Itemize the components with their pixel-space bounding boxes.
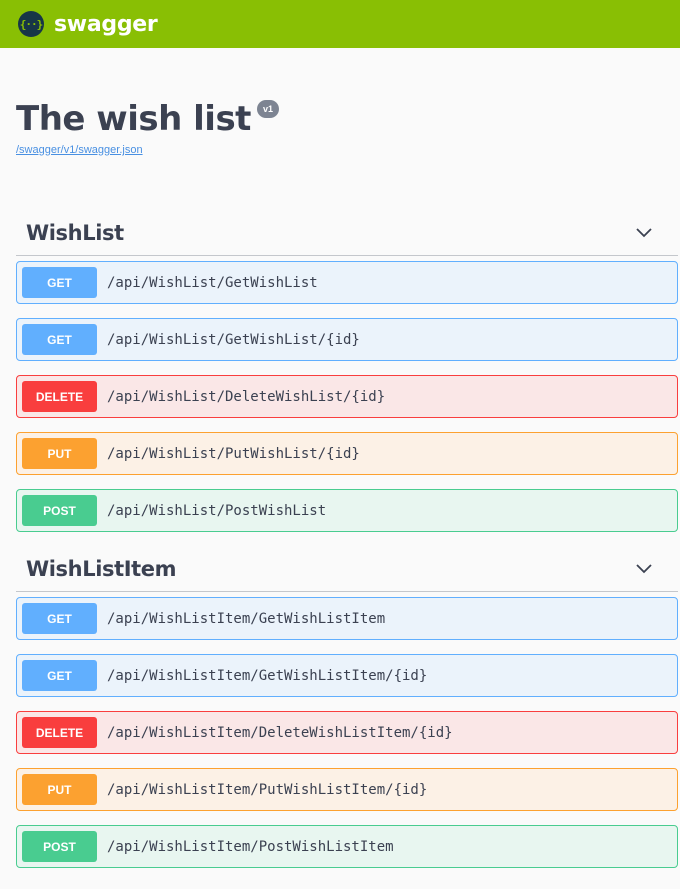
tag-section-wishlistitem: WishListItem GET /api/WishListItem/GetWi…	[0, 546, 680, 868]
operation-row[interactable]: GET /api/WishListItem/GetWishListItem/{i…	[16, 654, 678, 697]
page-title: The wish list	[16, 99, 251, 139]
operation-row[interactable]: GET /api/WishListItem/GetWishListItem	[16, 597, 678, 640]
tag-title: WishList	[26, 220, 124, 245]
api-info: The wish list v1 /swagger/v1/swagger.jso…	[0, 48, 680, 158]
method-badge-get: GET	[22, 660, 97, 691]
operation-path: /api/WishList/PutWishList/{id}	[107, 445, 360, 462]
tag-title: WishListItem	[26, 556, 177, 581]
operation-row[interactable]: POST /api/WishList/PostWishList	[16, 489, 678, 532]
method-badge-get: GET	[22, 324, 97, 355]
swagger-logo-icon[interactable]: {··}	[18, 11, 44, 37]
operation-path: /api/WishListItem/PostWishListItem	[107, 838, 394, 855]
tag-section-wishlist: WishList GET /api/WishList/GetWishList G…	[0, 210, 680, 532]
operation-path: /api/WishListItem/GetWishListItem/{id}	[107, 667, 428, 684]
operation-row[interactable]: POST /api/WishListItem/PostWishListItem	[16, 825, 678, 868]
method-badge-get: GET	[22, 267, 97, 298]
operation-path: /api/WishList/GetWishList	[107, 274, 318, 291]
chevron-down-icon[interactable]	[636, 227, 652, 238]
title-row: The wish list v1	[16, 98, 680, 140]
tag-header-wishlist[interactable]: WishList	[16, 210, 678, 256]
spec-json-link[interactable]: /swagger/v1/swagger.json	[16, 144, 143, 156]
chevron-down-icon[interactable]	[636, 563, 652, 574]
operation-row[interactable]: DELETE /api/WishList/DeleteWishList/{id}	[16, 375, 678, 418]
operation-row[interactable]: PUT /api/WishList/PutWishList/{id}	[16, 432, 678, 475]
method-badge-put: PUT	[22, 438, 97, 469]
tag-header-wishlistitem[interactable]: WishListItem	[16, 546, 678, 592]
method-badge-post: POST	[22, 495, 97, 526]
operation-path: /api/WishList/DeleteWishList/{id}	[107, 388, 386, 405]
method-badge-delete: DELETE	[22, 381, 97, 412]
operation-path: /api/WishList/PostWishList	[107, 502, 327, 519]
method-badge-post: POST	[22, 831, 97, 862]
operation-path: /api/WishListItem/GetWishListItem	[107, 610, 386, 627]
operation-row[interactable]: PUT /api/WishListItem/PutWishListItem/{i…	[16, 768, 678, 811]
operations-list: GET /api/WishList/GetWishList GET /api/W…	[0, 256, 680, 532]
operation-row[interactable]: GET /api/WishList/GetWishList/{id}	[16, 318, 678, 361]
operation-path: /api/WishListItem/DeleteWishListItem/{id…	[107, 724, 453, 741]
method-badge-get: GET	[22, 603, 97, 634]
brand-name[interactable]: swagger	[54, 12, 158, 37]
operations-list: GET /api/WishListItem/GetWishListItem GE…	[0, 592, 680, 868]
operation-path: /api/WishListItem/PutWishListItem/{id}	[107, 781, 428, 798]
method-badge-delete: DELETE	[22, 717, 97, 748]
operation-row[interactable]: DELETE /api/WishListItem/DeleteWishListI…	[16, 711, 678, 754]
version-badge: v1	[256, 100, 279, 118]
operation-row[interactable]: GET /api/WishList/GetWishList	[16, 261, 678, 304]
method-badge-put: PUT	[22, 774, 97, 805]
operation-path: /api/WishList/GetWishList/{id}	[107, 331, 360, 348]
topbar: {··} swagger	[0, 0, 680, 48]
